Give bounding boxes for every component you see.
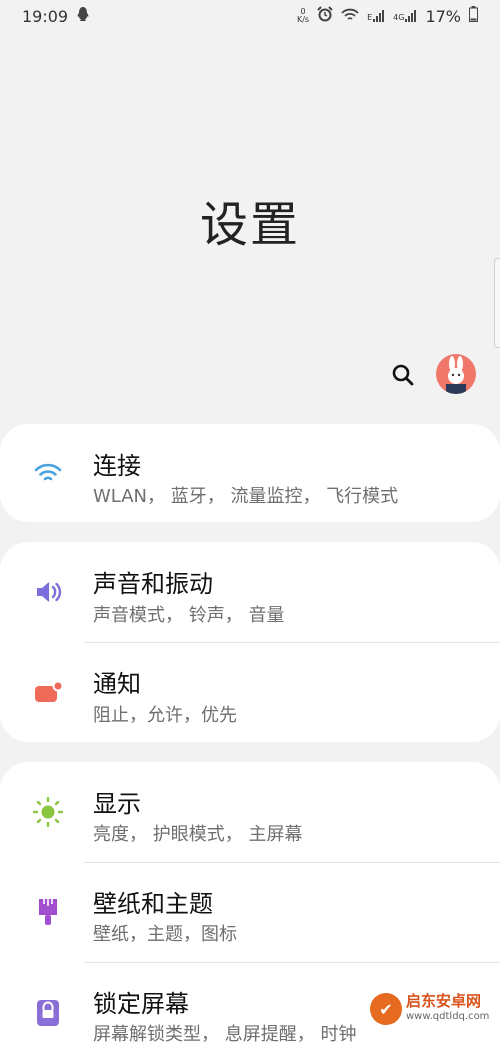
settings-item-subtitle: 亮度， 护眼模式， 主屏幕 bbox=[93, 824, 303, 845]
brush-icon bbox=[32, 896, 64, 928]
avatar[interactable] bbox=[436, 354, 476, 394]
signal-4g-icon: 4G bbox=[393, 10, 417, 22]
alarm-icon bbox=[317, 6, 333, 26]
lock-icon bbox=[32, 994, 64, 1026]
scroll-handle[interactable] bbox=[494, 258, 500, 348]
battery-icon bbox=[469, 6, 478, 26]
settings-item-notifications[interactable]: 通知 阻止，允许，优先 bbox=[0, 642, 500, 742]
rabbit-avatar-icon bbox=[446, 356, 466, 394]
settings-item-title: 显示 bbox=[93, 790, 141, 818]
notification-icon bbox=[32, 676, 64, 708]
speaker-icon bbox=[32, 576, 64, 608]
settings-item-subtitle: 屏幕解锁类型， 息屏提醒， 时钟 bbox=[93, 1024, 357, 1045]
brightness-icon bbox=[32, 796, 64, 828]
wifi-icon bbox=[32, 457, 64, 489]
status-time: 19:09 bbox=[22, 6, 69, 26]
search-button[interactable] bbox=[390, 362, 416, 388]
status-bar: 19:09 0 K/s E 4G 17% bbox=[0, 0, 500, 32]
settings-item-subtitle: 声音模式， 铃声， 音量 bbox=[93, 605, 285, 626]
watermark: ✔ 启东安卓网 www.qdtldq.com bbox=[370, 990, 500, 1028]
net-speed: 0 K/s bbox=[296, 7, 310, 24]
settings-item-wallpaper-themes[interactable]: 壁纸和主题 壁纸，主题，图标 bbox=[0, 862, 500, 962]
settings-item-connections[interactable]: 连接 WLAN， 蓝牙， 流量监控， 飞行模式 bbox=[0, 424, 500, 522]
qq-notification-icon bbox=[76, 6, 90, 26]
settings-card-connections: 连接 WLAN， 蓝牙， 流量监控， 飞行模式 bbox=[0, 424, 500, 522]
settings-item-subtitle: 阻止，允许，优先 bbox=[93, 705, 237, 726]
search-icon bbox=[392, 364, 414, 386]
settings-item-title: 锁定屏幕 bbox=[93, 990, 189, 1018]
settings-item-subtitle: 壁纸，主题，图标 bbox=[93, 924, 237, 945]
watermark-url: www.qdtldq.com bbox=[406, 1011, 490, 1022]
page-title: 设置 bbox=[199, 197, 300, 253]
settings-card-sound: 声音和振动 声音模式， 铃声， 音量 通知 阻止，允许，优先 bbox=[0, 542, 500, 742]
settings-item-title: 连接 bbox=[93, 452, 141, 480]
watermark-name: 启东安卓网 bbox=[406, 992, 482, 1010]
settings-item-title: 通知 bbox=[93, 670, 141, 698]
settings-item-title: 声音和振动 bbox=[93, 570, 213, 598]
settings-item-sound[interactable]: 声音和振动 声音模式， 铃声， 音量 bbox=[0, 542, 500, 642]
settings-item-subtitle: WLAN， 蓝牙， 流量监控， 飞行模式 bbox=[93, 486, 399, 507]
settings-item-display[interactable]: 显示 亮度， 护眼模式， 主屏幕 bbox=[0, 762, 500, 862]
battery-percent: 17% bbox=[425, 6, 461, 26]
settings-item-title: 壁纸和主题 bbox=[93, 890, 213, 918]
signal-e-icon: E bbox=[367, 10, 385, 22]
watermark-logo-icon: ✔ bbox=[370, 993, 402, 1025]
wifi-status-icon bbox=[341, 7, 359, 26]
